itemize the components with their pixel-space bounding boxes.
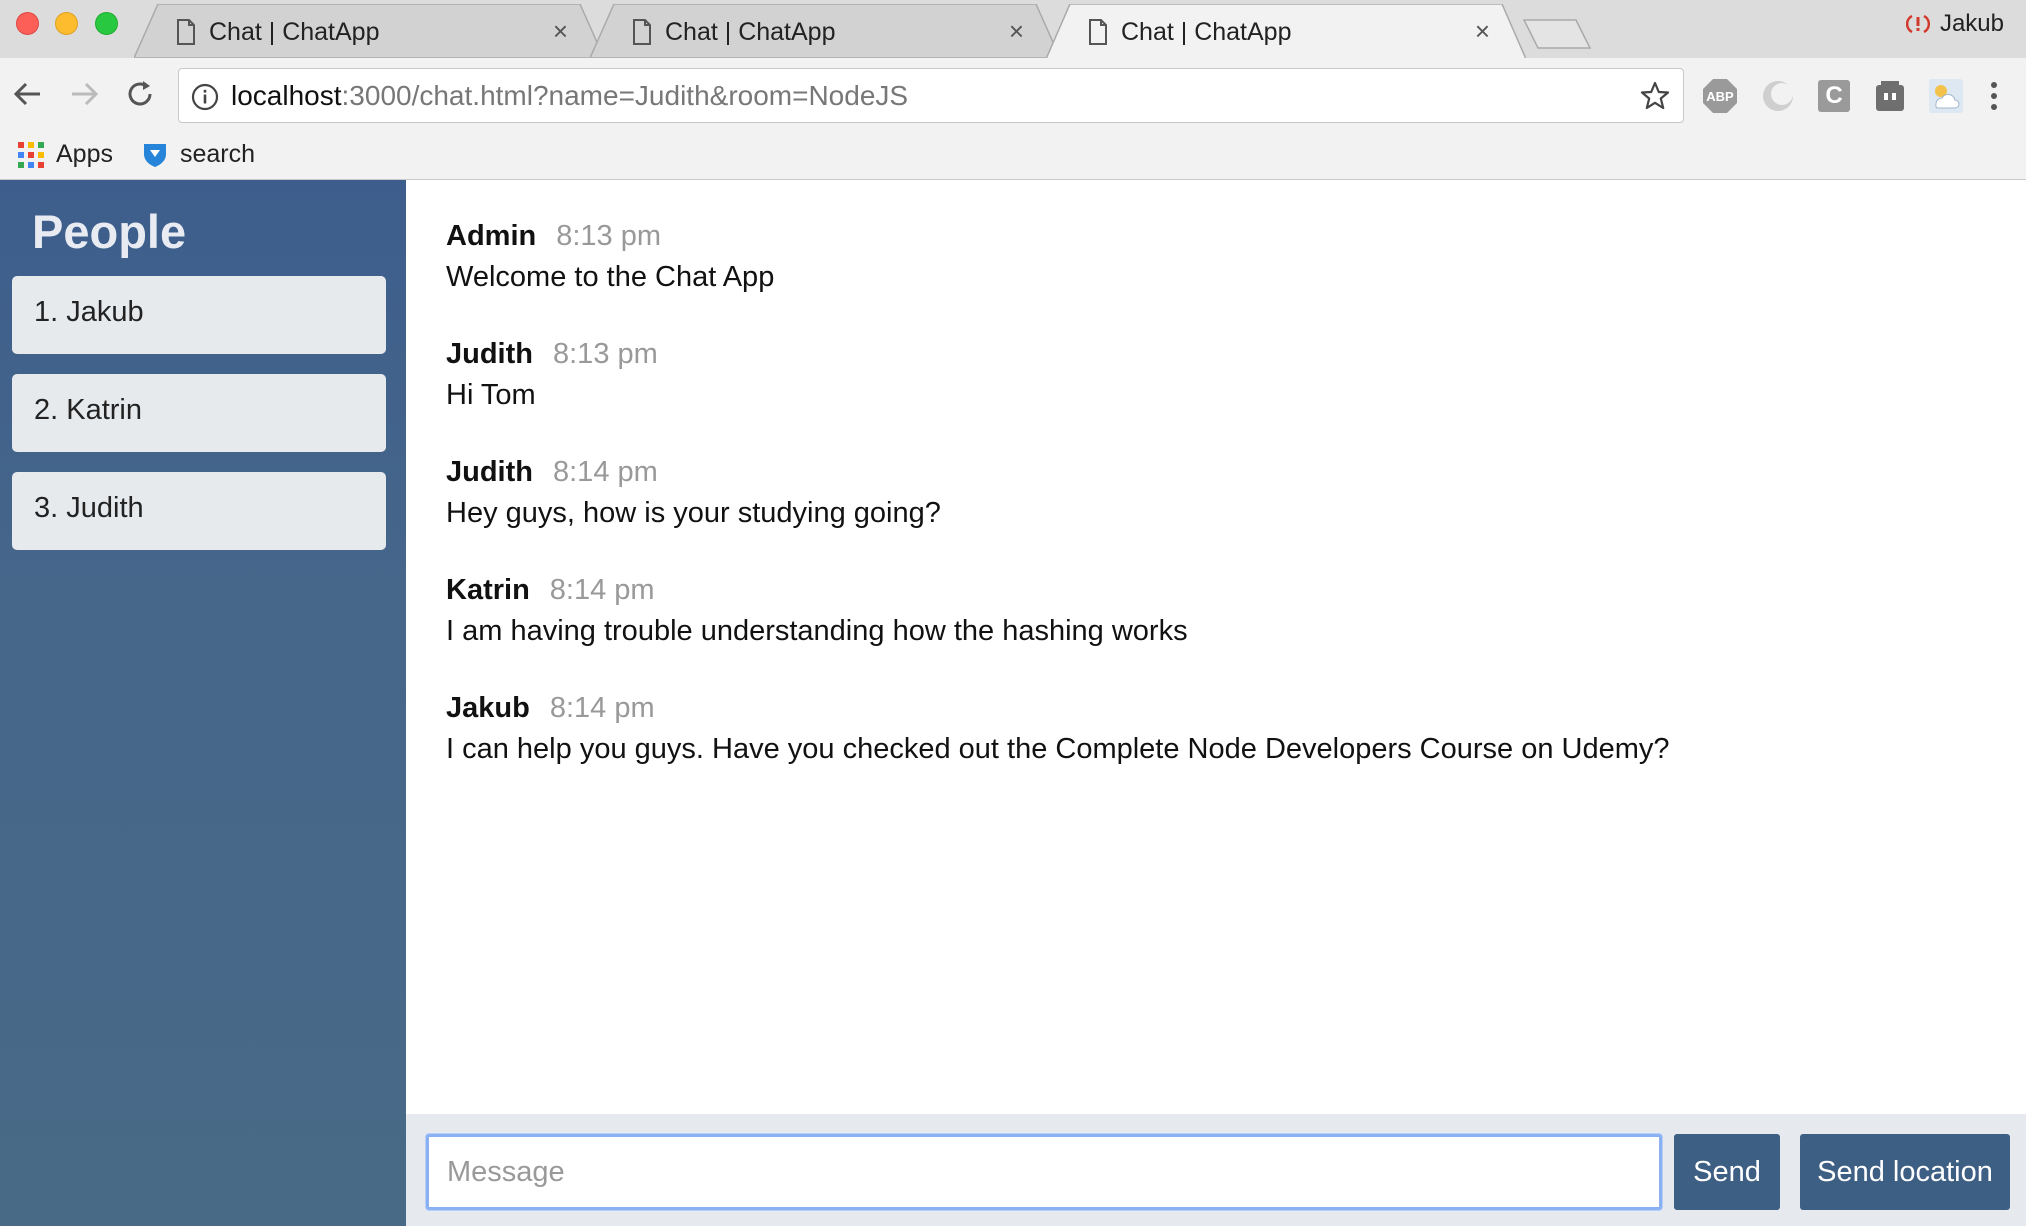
message-input[interactable] [426, 1134, 1662, 1210]
tab-title: Chat | ChatApp [209, 18, 380, 46]
message-text: Hey guys, how is your studying going? [446, 497, 941, 529]
message-time: 8:14 pm [553, 456, 658, 488]
profile-button[interactable]: Jakub [1905, 10, 2004, 38]
person-item-judith[interactable]: 3. Judith [12, 472, 386, 550]
chrome-menu-button[interactable] [1976, 78, 2012, 114]
crescent-icon [1763, 81, 1793, 111]
apps-grid-icon [18, 141, 44, 168]
message-author: Judith [446, 338, 533, 370]
message-item: Judith 8:14 pm Hey guys, how is your stu… [446, 456, 941, 530]
adblock-plus-icon[interactable]: ABP [1702, 78, 1738, 114]
person-item-katrin[interactable]: 2. Katrin [12, 374, 386, 452]
message-item: Admin 8:13 pm Welcome to the Chat App [446, 220, 774, 294]
message-text: I am having trouble understanding how th… [446, 615, 1188, 647]
zoom-window-button[interactable] [95, 12, 118, 35]
tab-close-button[interactable]: × [553, 16, 568, 46]
tab-strip: Chat | ChatApp × Chat | ChatApp × Chat |… [0, 0, 2026, 58]
message-author: Jakub [446, 692, 530, 724]
extension-weather-icon[interactable] [1928, 78, 1964, 114]
back-button[interactable] [8, 74, 48, 114]
message-text: Welcome to the Chat App [446, 261, 775, 293]
bookmarks-bar: Apps search [0, 132, 2026, 180]
adblock-label: ABP [1706, 88, 1734, 104]
document-icon [177, 19, 195, 45]
close-window-button[interactable] [16, 12, 39, 35]
send-location-button[interactable]: Send location [1800, 1134, 2010, 1210]
messages-list: Admin 8:13 pm Welcome to the Chat App Ju… [406, 180, 2026, 1114]
profile-name: Jakub [1939, 10, 2004, 37]
message-text: I can help you guys. Have you checked ou… [446, 733, 1670, 765]
message-time: 8:14 pm [549, 574, 655, 606]
tab-title: Chat | ChatApp [665, 18, 836, 46]
tab-1[interactable]: Chat | ChatApp × [134, 4, 604, 58]
url-path: :3000/chat.html?name=Judith&room=NodeJS [341, 80, 909, 111]
arrow-right-icon [72, 82, 99, 106]
message-author: Judith [446, 456, 533, 488]
shield-icon [144, 143, 166, 167]
tab-2[interactable]: Chat | ChatApp × [590, 4, 1060, 58]
extension-icon[interactable] [1760, 78, 1796, 114]
face-icon [1876, 81, 1904, 111]
message-time: 8:13 pm [553, 338, 658, 370]
bookmark-label: search [180, 140, 256, 168]
person-item-jakub[interactable]: 1. Jakub [12, 276, 386, 354]
message-time: 8:14 pm [549, 692, 655, 724]
message-item: Judith 8:13 pm Hi Tom [446, 338, 658, 412]
weather-icon [1929, 79, 1963, 113]
url-host: localhost [231, 80, 342, 111]
new-tab-button[interactable] [1522, 18, 1592, 50]
message-composer: Send Send location [406, 1114, 2026, 1226]
message-author: Katrin [446, 574, 530, 606]
address-bar[interactable]: localhost:3000/chat.html?name=Judith&roo… [178, 68, 1684, 123]
bookmark-search[interactable]: search [142, 140, 255, 169]
message-item: Jakub 8:14 pm I can help you guys. Have … [446, 692, 1670, 766]
bookmark-apps[interactable]: Apps [18, 140, 113, 169]
message-item: Katrin 8:14 pm I am having trouble under… [446, 574, 1188, 648]
bookmark-star-icon[interactable] [1639, 80, 1671, 112]
tab-close-button[interactable]: × [1475, 16, 1490, 46]
bookmark-label: Apps [56, 140, 113, 168]
kebab-menu-icon [1991, 82, 1997, 110]
send-button[interactable]: Send [1674, 1134, 1780, 1210]
people-sidebar: People 1. Jakub 2. Katrin 3. Judith [0, 180, 406, 1226]
message-time: 8:13 pm [556, 220, 662, 252]
tab-3-active[interactable]: Chat | ChatApp × [1046, 4, 1526, 58]
reload-icon [128, 81, 152, 106]
message-author: Admin [446, 220, 537, 252]
document-icon [1089, 19, 1107, 45]
tab-title: Chat | ChatApp [1121, 18, 1292, 46]
sidebar-title: People [32, 205, 187, 258]
sync-error-icon [1905, 14, 1930, 34]
document-icon [633, 19, 651, 45]
info-icon[interactable] [191, 83, 219, 111]
c-label: C [1825, 82, 1843, 109]
url-text[interactable]: localhost:3000/chat.html?name=Judith&roo… [231, 80, 908, 112]
message-text: Hi Tom [446, 379, 536, 411]
browser-toolbar: localhost:3000/chat.html?name=Judith&roo… [0, 58, 2026, 132]
arrow-left-icon [13, 82, 40, 106]
reload-button[interactable] [120, 74, 160, 114]
tab-close-button[interactable]: × [1009, 16, 1024, 46]
extension-face-icon[interactable] [1872, 78, 1908, 114]
minimize-window-button[interactable] [55, 12, 78, 35]
forward-button[interactable] [64, 74, 104, 114]
clipboard-c-icon[interactable]: C [1816, 78, 1852, 114]
